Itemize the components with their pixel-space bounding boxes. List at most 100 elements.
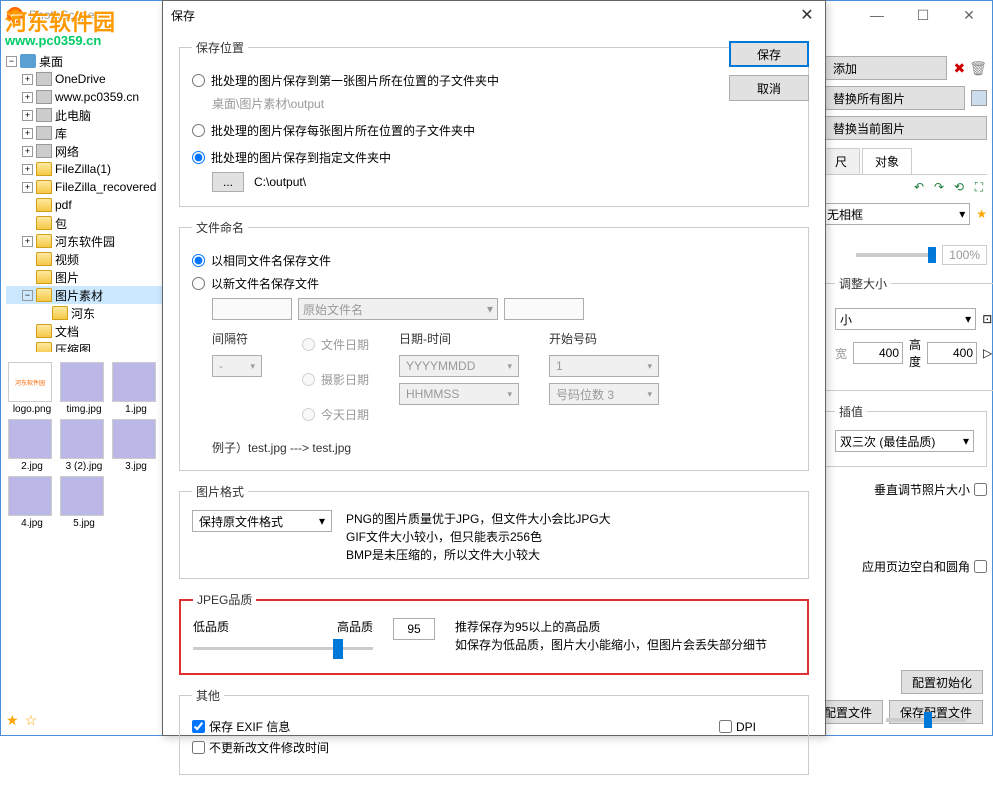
expand-icon[interactable]: +: [22, 164, 33, 175]
apply-margin-checkbox[interactable]: [974, 560, 987, 573]
format-select[interactable]: 保持原文件格式▾: [192, 510, 332, 532]
size-preset-select[interactable]: 小▾: [835, 308, 976, 330]
filedate-radio[interactable]: [302, 338, 315, 351]
tree-item[interactable]: 河东: [6, 304, 162, 322]
loc-opt3-radio[interactable]: [192, 151, 205, 164]
startno-select[interactable]: 1▾: [549, 355, 659, 377]
star-icon[interactable]: ★: [976, 207, 987, 221]
tree-item[interactable]: 视频: [6, 250, 162, 268]
expand-icon[interactable]: +: [22, 146, 33, 157]
delete-icon[interactable]: ✖: [953, 60, 965, 77]
shotdate-radio[interactable]: [302, 373, 315, 386]
nomtime-checkbox[interactable]: [192, 741, 205, 754]
tab-size[interactable]: 尺: [822, 148, 860, 174]
tree-item[interactable]: +FileZilla_recovered: [6, 178, 162, 196]
browse-button[interactable]: ...: [212, 172, 244, 192]
star-icon[interactable]: ☆: [25, 712, 38, 729]
quality-slider[interactable]: [193, 639, 373, 659]
play-icon[interactable]: ▷: [983, 346, 992, 360]
undo-icon[interactable]: ↶: [911, 179, 927, 195]
star-icon[interactable]: ★: [6, 712, 19, 729]
prefix-input[interactable]: [212, 298, 292, 320]
maximize-button[interactable]: ☐: [900, 1, 946, 29]
datefmt-select[interactable]: YYYYMMDD▾: [399, 355, 519, 377]
thumbnail[interactable]: 3 (2).jpg: [60, 419, 108, 472]
thumbnail-panel[interactable]: 河东软件园logo.pngtimg.jpg1.jpg 2.jpg3 (2).jpg…: [6, 360, 166, 531]
loc-opt1-radio[interactable]: [192, 74, 205, 87]
image-format-group: 图片格式 保持原文件格式▾ PNG的图片质量优于JPG，但文件大小会比JPG大 …: [179, 483, 809, 579]
replace-current-button[interactable]: 替换当前图片: [822, 116, 987, 140]
tree-item[interactable]: +FileZilla(1): [6, 160, 162, 178]
expand-icon[interactable]: +: [22, 74, 33, 85]
vertical-adjust-checkbox[interactable]: [974, 483, 987, 496]
minimize-button[interactable]: —: [854, 1, 900, 29]
thumbnail[interactable]: 1.jpg: [112, 362, 160, 415]
interp-select[interactable]: 双三次 (最佳品质)▾: [835, 430, 974, 452]
tab-object[interactable]: 对象: [862, 148, 912, 174]
tree-item[interactable]: +www.pc0359.cn: [6, 88, 162, 106]
thumbnail[interactable]: timg.jpg: [60, 362, 108, 415]
name-same-radio[interactable]: [192, 254, 205, 267]
expand-icon[interactable]: +: [22, 92, 33, 103]
height-input[interactable]: [927, 342, 977, 364]
tree-item[interactable]: pdf: [6, 196, 162, 214]
dialog-close-button[interactable]: ✕: [795, 5, 819, 25]
basename-select[interactable]: 原始文件名▾: [298, 298, 498, 320]
drive-icon: [36, 144, 52, 158]
location-legend: 保存位置: [192, 39, 248, 56]
frame-select[interactable]: 无相框▾: [822, 203, 970, 225]
thumbnail[interactable]: 3.jpg: [112, 419, 160, 472]
cancel-button[interactable]: 取消: [729, 75, 809, 101]
thumbnail[interactable]: 4.jpg: [8, 476, 56, 529]
tree-item[interactable]: +网络: [6, 142, 162, 160]
quality-input[interactable]: [393, 618, 435, 640]
dpi-checkbox[interactable]: [719, 720, 732, 733]
save-button[interactable]: 保存: [729, 41, 809, 67]
thumbnail[interactable]: 5.jpg: [60, 476, 108, 529]
expand-icon[interactable]: −: [6, 56, 17, 67]
apply-margin-label: 应用页边空白和圆角: [862, 558, 970, 575]
name-new-radio[interactable]: [192, 277, 205, 290]
tree-item[interactable]: −桌面: [6, 52, 162, 70]
exif-checkbox[interactable]: [192, 720, 205, 733]
close-button[interactable]: ✕: [946, 1, 992, 29]
timefmt-select[interactable]: HHMMSS▾: [399, 383, 519, 405]
replace-all-button[interactable]: 替换所有图片: [822, 86, 965, 110]
tree-item[interactable]: 压缩图: [6, 340, 162, 352]
today-radio[interactable]: [302, 408, 315, 421]
thumbnail[interactable]: 河东软件园logo.png: [8, 362, 56, 415]
reset-config-button[interactable]: 配置初始化: [901, 670, 983, 694]
folder-tree[interactable]: −桌面+OneDrive+www.pc0359.cn+此电脑+库+网络+File…: [6, 52, 162, 352]
tree-item[interactable]: −图片素材: [6, 286, 162, 304]
tree-item[interactable]: 包: [6, 214, 162, 232]
thumb-image: [60, 476, 104, 516]
save-location-group: 保存位置 批处理的图片保存到第一张图片所在位置的子文件夹中 桌面\图片素材\ou…: [179, 39, 809, 207]
loc-opt2-radio[interactable]: [192, 124, 205, 137]
add-button[interactable]: 添加: [822, 56, 947, 80]
separator-select[interactable]: -▾: [212, 355, 262, 377]
suffix-input[interactable]: [504, 298, 584, 320]
cloud-icon: [36, 72, 52, 86]
expand-icon[interactable]: +: [22, 128, 33, 139]
tree-item[interactable]: +河东软件园: [6, 232, 162, 250]
tree-item[interactable]: +OneDrive: [6, 70, 162, 88]
tree-item[interactable]: +库: [6, 124, 162, 142]
fit-icon[interactable]: ⛶: [971, 179, 987, 195]
digits-select[interactable]: 号码位数 3▾: [549, 383, 659, 405]
expand-icon[interactable]: +: [22, 236, 33, 247]
tree-item[interactable]: 图片: [6, 268, 162, 286]
tree-label: 图片: [55, 269, 79, 286]
trash-icon[interactable]: 🗑: [969, 60, 987, 77]
tree-item[interactable]: +此电脑: [6, 106, 162, 124]
tree-item[interactable]: 文档: [6, 322, 162, 340]
width-input[interactable]: [853, 342, 903, 364]
thumbnail[interactable]: 2.jpg: [8, 419, 56, 472]
expand-icon[interactable]: +: [22, 182, 33, 193]
expand-icon[interactable]: +: [22, 110, 33, 121]
expand-icon[interactable]: −: [22, 290, 33, 301]
lock-icon[interactable]: ⊡: [982, 312, 992, 326]
color-swatch-icon[interactable]: [971, 90, 987, 106]
refresh-icon[interactable]: ⟲: [951, 179, 967, 195]
bottom-slider[interactable]: [886, 718, 966, 722]
redo-icon[interactable]: ↷: [931, 179, 947, 195]
